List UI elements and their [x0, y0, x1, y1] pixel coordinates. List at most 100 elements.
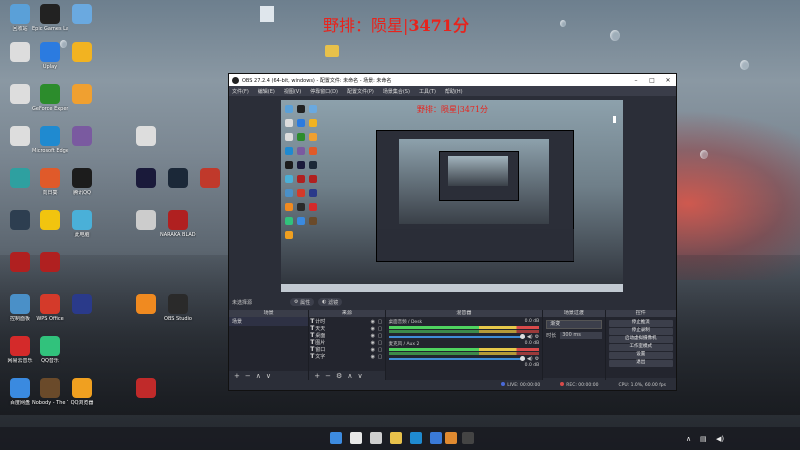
desktop-icon[interactable]	[128, 126, 164, 148]
remove-scene-icon[interactable]: −	[245, 372, 251, 380]
desktop-icon[interactable]: NARAKA BLADEPOINT	[160, 210, 196, 238]
stop-streaming-button[interactable]: 停止推流	[608, 320, 673, 327]
desktop-icon[interactable]: 此电脑	[64, 210, 100, 238]
add-source-icon[interactable]: +	[314, 372, 320, 380]
file-icon	[10, 42, 30, 62]
volume-slider[interactable]	[388, 355, 525, 361]
source-item[interactable]: T 桌面 ◉ ▢	[309, 332, 384, 339]
menu-profile[interactable]: 配置文件(P)	[347, 88, 374, 95]
cpu-status: CPU: 1.0%, 60.00 fps	[618, 382, 667, 388]
transitions-dock: 场景过渡 渐变 时长 300 ms	[543, 310, 606, 380]
desktop-icon[interactable]	[32, 210, 68, 232]
minimize-icon[interactable]: –	[628, 77, 644, 84]
source-item[interactable]: T 计时 ◉ ▢	[309, 318, 384, 325]
cloud-icon	[72, 84, 92, 104]
preview-desktop-icons	[283, 102, 325, 290]
stop-recording-button[interactable]: 停止录制	[608, 328, 673, 335]
transition-select[interactable]: 渐变	[546, 320, 602, 329]
desktop-icon[interactable]	[128, 378, 164, 400]
menu-edit[interactable]: 编辑(E)	[258, 88, 275, 95]
app-icon[interactable]	[445, 432, 457, 444]
source-properties-icon[interactable]: ⚙	[336, 372, 342, 380]
scenes-header: 场景	[229, 310, 309, 317]
add-scene-icon[interactable]: +	[234, 372, 240, 380]
desktop-icon[interactable]	[64, 84, 100, 106]
menu-tools[interactable]: 工具(T)	[419, 88, 436, 95]
app-icon	[72, 294, 92, 314]
duration-input[interactable]: 300 ms	[560, 332, 602, 339]
source-item[interactable]: T 图片 ◉ ▢	[309, 339, 384, 346]
desktop-icon[interactable]	[64, 42, 100, 64]
move-up-icon[interactable]: ∧	[347, 372, 352, 380]
move-down-icon[interactable]: ∨	[266, 372, 271, 380]
folder-icon[interactable]	[325, 45, 339, 57]
source-item[interactable]: T 文字 ◉ ▢	[309, 353, 384, 360]
desktop-icon[interactable]	[128, 168, 164, 190]
studio-mode-button[interactable]: 工作室模式	[608, 344, 673, 351]
source-item[interactable]: T 窗口 ◉ ▢	[309, 346, 384, 353]
file-icon[interactable]	[260, 6, 274, 22]
start-icon[interactable]	[330, 432, 342, 444]
move-up-icon[interactable]: ∧	[256, 372, 261, 380]
obs-window[interactable]: OBS 27.2.4 (64-bit, windows) - 配置文件: 未命名…	[228, 73, 677, 391]
speaker-icon[interactable]: ◀)	[527, 334, 533, 340]
obs-icon[interactable]	[462, 432, 474, 444]
obs-icon	[232, 76, 239, 84]
explorer-icon[interactable]	[390, 432, 402, 444]
desktop-icon[interactable]: OBS Studio	[160, 294, 196, 322]
source-item[interactable]: T 天天 ◉ ▢	[309, 325, 384, 332]
menu-scene-collection[interactable]: 场景集合(S)	[383, 88, 410, 95]
desktop-icon[interactable]	[64, 4, 100, 26]
desktop-icon[interactable]	[160, 168, 196, 190]
desktop-icon[interactable]	[128, 210, 164, 232]
gear-icon[interactable]: ⚙	[535, 356, 539, 362]
task-view-icon[interactable]	[370, 432, 382, 444]
exit-button[interactable]: 退出	[608, 360, 673, 367]
desktop-icon[interactable]	[64, 294, 100, 316]
desktop-icon[interactable]: Microsoft Edge	[32, 126, 68, 154]
desktop-icon[interactable]: Epic Games Launcher	[32, 4, 68, 32]
desktop-icon[interactable]: QQ音乐	[32, 336, 68, 364]
close-icon[interactable]: ✕	[660, 77, 676, 84]
network-icon[interactable]: ▤	[700, 435, 707, 443]
search-icon[interactable]	[350, 432, 362, 444]
settings-button[interactable]: 设置	[608, 352, 673, 359]
properties-button[interactable]: ⚙ 属性	[290, 298, 315, 306]
desktop-icon[interactable]	[128, 294, 164, 316]
obs-titlebar[interactable]: OBS 27.2.4 (64-bit, windows) - 配置文件: 未命名…	[229, 74, 676, 86]
desktop-icon[interactable]	[192, 168, 228, 190]
desktop-icon[interactable]: Uplay	[32, 42, 68, 70]
resize-handle[interactable]	[613, 116, 616, 123]
desktop-icon[interactable]: GeForce Experience	[32, 84, 68, 112]
menu-help[interactable]: 帮助(H)	[445, 88, 463, 95]
desktop-icon[interactable]: 向日葵	[32, 168, 68, 196]
edge-icon[interactable]	[410, 432, 422, 444]
filters-button[interactable]: ◐ 滤镜	[318, 298, 343, 306]
obs-preview[interactable]: 野排：陨星|3471分	[281, 100, 623, 292]
chevron-up-icon[interactable]: ∧	[686, 435, 691, 443]
desktop-icon[interactable]: Nobody - The Turnaround	[32, 378, 68, 406]
volume-slider[interactable]	[388, 333, 525, 339]
move-down-icon[interactable]: ∨	[357, 372, 362, 380]
qq-icon	[72, 168, 92, 188]
speaker-icon[interactable]: ◀)	[527, 356, 533, 362]
desktop-icon[interactable]: WPS Office	[32, 294, 68, 322]
volume-meter	[388, 352, 540, 355]
desktop-icon[interactable]: QQ浏览器	[64, 378, 100, 406]
desktop-icon[interactable]	[32, 252, 68, 274]
premiere-icon	[136, 168, 156, 188]
store-icon[interactable]	[430, 432, 442, 444]
gear-icon[interactable]: ⚙	[535, 334, 539, 340]
desktop-icon[interactable]: 腾讯QQ	[64, 168, 100, 196]
scene-item[interactable]: 场景	[229, 317, 309, 326]
start-virtual-camera-button[interactable]: 启动虚拟摄像机	[608, 336, 673, 343]
maximize-icon[interactable]: □	[644, 77, 660, 84]
recycle-bin-icon	[10, 4, 30, 24]
game-icon	[40, 210, 60, 230]
desktop-icon[interactable]	[64, 126, 100, 148]
remove-source-icon[interactable]: −	[325, 372, 331, 380]
menu-view[interactable]: 视图(V)	[284, 88, 301, 95]
speaker-icon[interactable]: ◀)	[716, 435, 724, 443]
menu-docks[interactable]: 停靠窗口(D)	[310, 88, 338, 95]
menu-file[interactable]: 文件(F)	[232, 88, 249, 95]
